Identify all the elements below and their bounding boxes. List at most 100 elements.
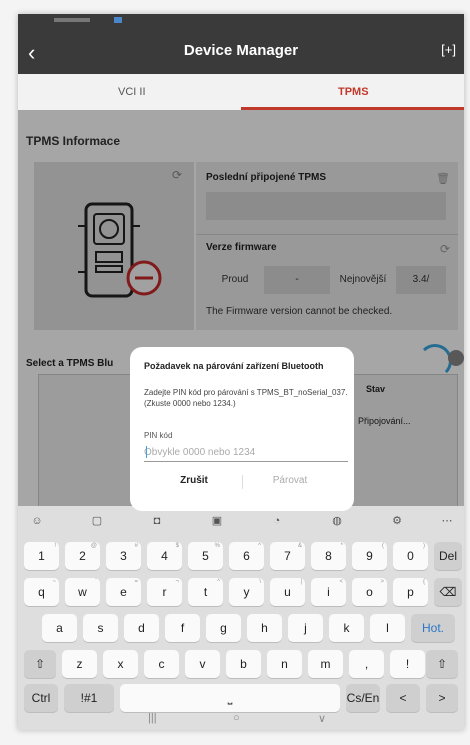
key-2[interactable]: 2 @ [65, 542, 100, 570]
emoji-icon[interactable]: ☺ [28, 512, 46, 530]
key-t[interactable]: t ^ [188, 578, 223, 606]
key-i[interactable]: i < [311, 578, 346, 606]
key-label: 5 [202, 549, 209, 563]
key-label: k [343, 621, 350, 635]
symbols-key[interactable]: !#1 [64, 684, 114, 712]
status-text [54, 18, 90, 22]
key-punct-0[interactable]: , [349, 650, 384, 678]
key-r[interactable]: r ¬ [147, 578, 182, 606]
key-4[interactable]: 4 $ [147, 542, 182, 570]
key-label: < [399, 691, 407, 705]
translate-icon[interactable]: ◔ [268, 512, 286, 530]
key-b[interactable]: b [226, 650, 261, 678]
key-l[interactable]: l [370, 614, 405, 642]
pin-input[interactable] [144, 443, 348, 462]
key-label: l [386, 621, 389, 635]
key-label: c [158, 657, 165, 671]
key-label: 2 [79, 549, 86, 563]
key-w[interactable]: w ` [65, 578, 100, 606]
key-label: 8 [325, 549, 332, 563]
key-q[interactable]: q ~ [24, 578, 59, 606]
system-nav-bar: ||| ○ ∨ [18, 712, 464, 730]
key-m[interactable]: m [308, 650, 343, 678]
recent-apps-icon[interactable]: ||| [148, 712, 157, 724]
key-secondary: \ [259, 579, 261, 585]
key-label: Ctrl [31, 691, 51, 705]
key-3[interactable]: 3 # [106, 542, 141, 570]
key-6[interactable]: 6 ^ [229, 542, 264, 570]
key-8[interactable]: 8 * [311, 542, 346, 570]
key-label: s [97, 621, 104, 635]
key-5[interactable]: 5% [188, 542, 223, 570]
key-label: e [120, 585, 127, 599]
key-label: 6 [243, 549, 250, 563]
key-z[interactable]: z [62, 650, 97, 678]
key-secondary: $ [175, 543, 179, 549]
key-punct-1[interactable]: ! [390, 650, 425, 678]
language-key[interactable]: Cs/En [346, 684, 380, 712]
cancel-button[interactable]: Zrušit [144, 475, 244, 486]
key-j[interactable]: j [288, 614, 323, 642]
scan-icon[interactable]: [+] [441, 42, 456, 57]
shift-key-right[interactable]: ⇧ [426, 650, 458, 678]
back-nav-icon[interactable]: ∨ [318, 712, 326, 725]
tab-bar: VCI II TPMS [18, 74, 464, 110]
key-x[interactable]: x [103, 650, 138, 678]
sticker-icon[interactable]: ◘ [148, 512, 166, 530]
key-0[interactable]: 0) [393, 542, 428, 570]
hot-key[interactable]: Hot. [411, 614, 455, 642]
key-a[interactable]: a [42, 614, 77, 642]
key-1[interactable]: 1! [24, 542, 59, 570]
key-secondary: & [297, 543, 302, 549]
key-u[interactable]: u | [270, 578, 305, 606]
voice-icon[interactable]: ◍ [328, 512, 346, 530]
key-label: ⎵ [227, 691, 233, 705]
key-label: y [243, 585, 250, 599]
delete-key[interactable]: Del [434, 542, 462, 570]
key-secondary: ^ [258, 543, 261, 549]
key-d[interactable]: d [124, 614, 159, 642]
key-label: x [117, 657, 124, 671]
more-icon[interactable]: ⋯ [438, 512, 456, 530]
space-key[interactable]: ⎵ [120, 684, 340, 712]
settings-gear-icon[interactable]: ⚙ [388, 512, 406, 530]
key-k[interactable]: k [329, 614, 364, 642]
key-label: g [220, 621, 227, 635]
page-title: Device Manager [183, 42, 299, 59]
key-secondary: % [214, 543, 220, 549]
key-c[interactable]: c [144, 650, 179, 678]
key-v[interactable]: v [185, 650, 220, 678]
ctrl-key[interactable]: Ctrl [24, 684, 58, 712]
key-secondary: @ [90, 543, 97, 549]
shift-key[interactable]: ⇧ [24, 650, 56, 678]
key-label: Hot. [421, 621, 444, 635]
cursor-right-key[interactable]: > [426, 684, 458, 712]
pair-button[interactable]: Párovat [240, 475, 340, 486]
key-label: !#1 [80, 691, 98, 705]
tab-tpms[interactable]: TPMS [338, 86, 369, 98]
gif-icon[interactable]: ▣ [208, 512, 226, 530]
home-icon[interactable]: ○ [233, 712, 240, 724]
key-label: d [138, 621, 145, 635]
key-g[interactable]: g [206, 614, 241, 642]
key-s[interactable]: s [83, 614, 118, 642]
cursor-left-key[interactable]: < [386, 684, 420, 712]
tpms-info-title: TPMS Informace [26, 134, 121, 148]
key-f[interactable]: f [165, 614, 200, 642]
key-7[interactable]: 7 & [270, 542, 305, 570]
tab-vci[interactable]: VCI II [118, 86, 146, 98]
clipboard-icon[interactable]: ▢ [88, 512, 106, 530]
key-9[interactable]: 9( [352, 542, 387, 570]
key-e[interactable]: e = [106, 578, 141, 606]
key-label: z [76, 657, 83, 671]
key-label: w [78, 585, 87, 599]
key-secondary: ¬ [175, 579, 179, 585]
key-h[interactable]: h [247, 614, 282, 642]
key-n[interactable]: n [267, 650, 302, 678]
key-o[interactable]: o > [352, 578, 387, 606]
backspace-key[interactable]: ⌫ [434, 578, 462, 606]
key-y[interactable]: y \ [229, 578, 264, 606]
key-p[interactable]: p{ [393, 578, 428, 606]
key-label: u [284, 585, 291, 599]
key-label: Cs/En [346, 691, 380, 705]
